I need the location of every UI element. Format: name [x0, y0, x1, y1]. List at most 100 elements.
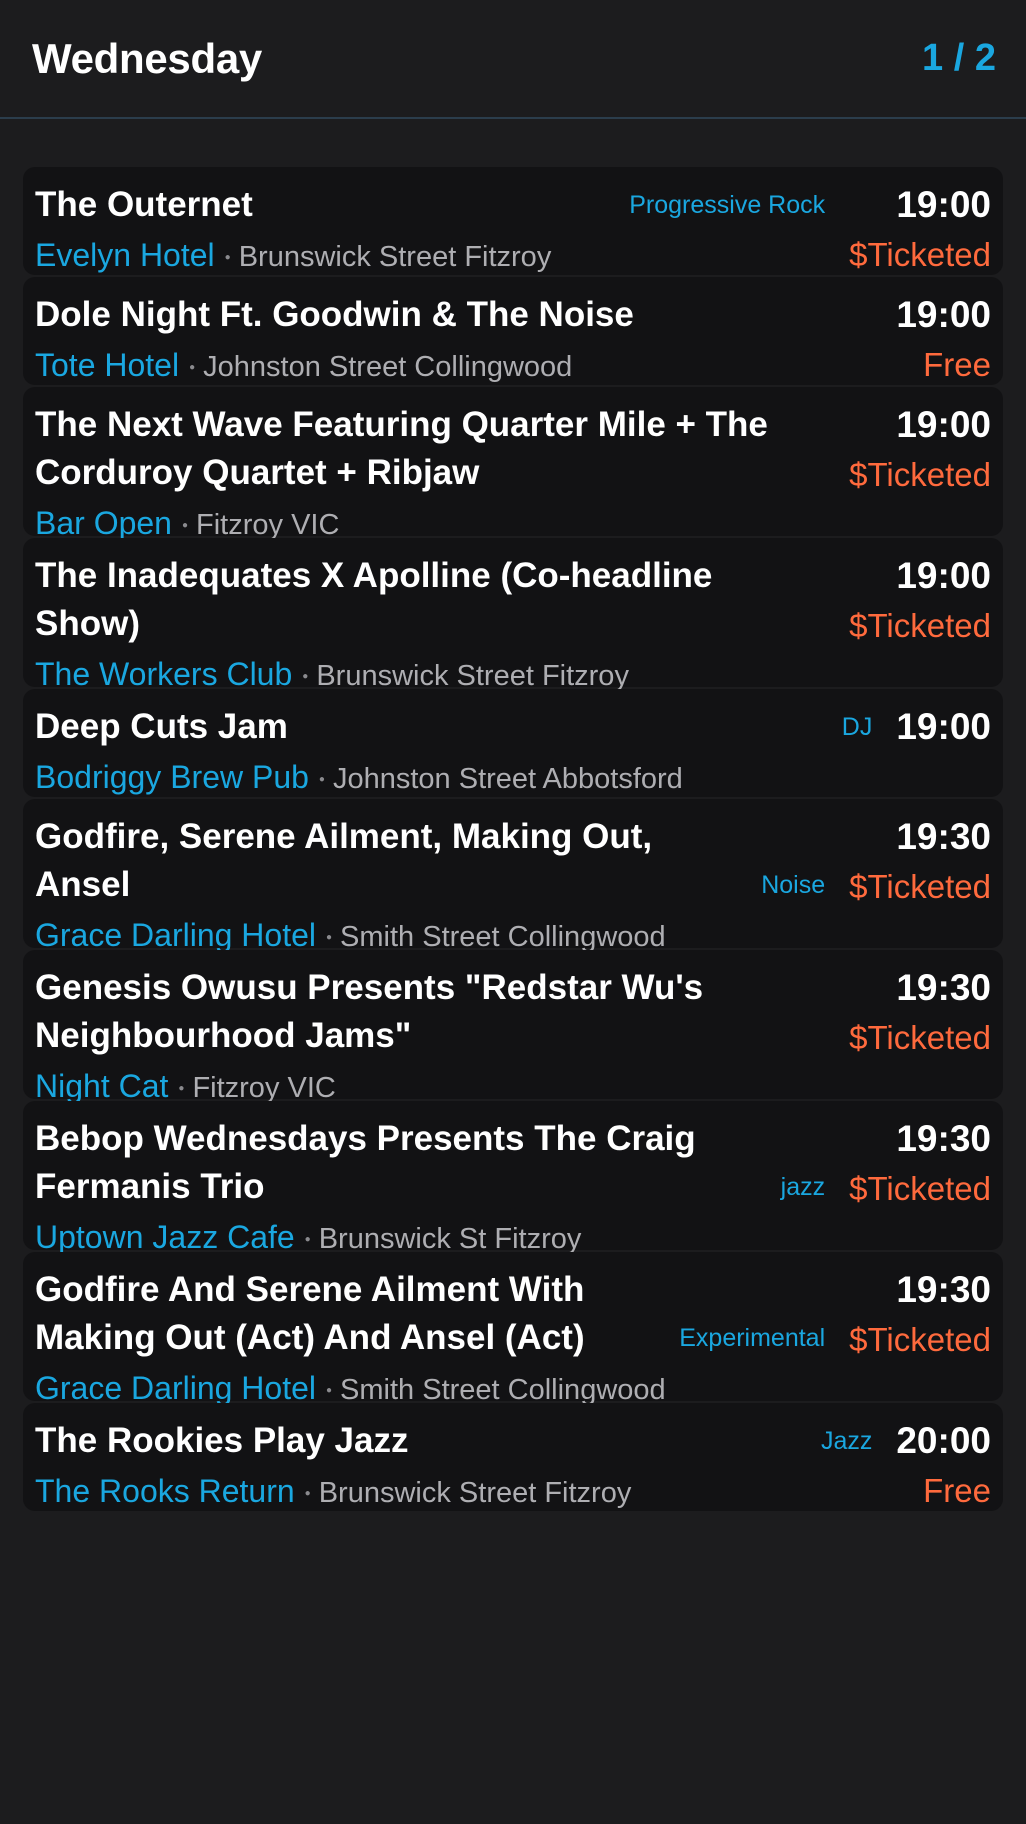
- event-info: Bebop Wednesdays Presents The Craig Ferm…: [35, 1115, 849, 1255]
- price-label: $Ticketed: [849, 1170, 991, 1207]
- price-label: $Ticketed: [849, 456, 991, 493]
- event-title[interactable]: Dole Night Ft. Goodwin & The Noise: [35, 291, 634, 339]
- page-title: Wednesday: [32, 34, 262, 82]
- price-label: $Ticketed: [849, 607, 991, 644]
- venue-location: Smith Street Collingwood: [340, 921, 666, 953]
- venue-link[interactable]: The Workers Club: [35, 656, 292, 692]
- header-bar: Wednesday 1 / 2: [0, 0, 1026, 119]
- event-time: 19:00: [896, 404, 991, 445]
- event-card[interactable]: The Next Wave Featuring Quarter Mile + T…: [23, 387, 1003, 541]
- genre-tag: Jazz: [820, 1427, 873, 1455]
- event-meta: 19:00 $Ticketed: [849, 181, 991, 275]
- event-info: Genesis Owusu Presents "Redstar Wu's Nei…: [35, 964, 849, 1104]
- venue-location: Johnston Street Collingwood: [203, 351, 573, 383]
- event-card[interactable]: The Outernet Progressive Rock Evelyn Hotel…: [23, 167, 1003, 275]
- venue-location: Smith Street Collingwood: [340, 1374, 666, 1406]
- separator-dot-icon: ●: [178, 1083, 185, 1094]
- price-label: Free: [923, 346, 991, 383]
- venue-location: Brunswick Street Fitzroy: [238, 241, 552, 273]
- event-title[interactable]: Genesis Owusu Presents "Redstar Wu's Nei…: [35, 964, 805, 1060]
- event-list: The Outernet Progressive Rock Evelyn Hotel…: [23, 167, 1003, 1511]
- price-label: $Ticketed: [849, 1019, 991, 1056]
- event-info: The Outernet Progressive Rock Evelyn Hotel…: [35, 181, 849, 275]
- venue-location: Brunswick Street Fitzroy: [316, 660, 629, 692]
- venue-line: The Rooks Return ● Brunswick Street Fitzro…: [35, 1469, 896, 1516]
- price-label: Free: [923, 1472, 991, 1509]
- event-meta: 20:00 Free: [896, 1417, 991, 1511]
- event-card[interactable]: Godfire And Serene Ailment With Making O…: [23, 1252, 1003, 1406]
- event-info: Dole Night Ft. Goodwin & The Noise Tote H…: [35, 291, 896, 385]
- event-time: 19:30: [896, 1269, 991, 1310]
- venue-link[interactable]: Grace Darling Hotel: [35, 1370, 316, 1406]
- separator-dot-icon: ●: [326, 932, 333, 943]
- event-time: 19:00: [896, 294, 991, 335]
- event-title[interactable]: Godfire, Serene Ailment, Making Out, Ans…: [35, 813, 735, 909]
- event-title[interactable]: The Rookies Play Jazz: [35, 1417, 408, 1465]
- separator-dot-icon: ●: [304, 1488, 311, 1499]
- event-time: 19:30: [896, 816, 991, 857]
- venue-link[interactable]: The Rooks Return: [35, 1473, 295, 1509]
- event-info: The Inadequates X Apolline (Co-headline …: [35, 552, 849, 692]
- event-card[interactable]: Bebop Wednesdays Presents The Craig Ferm…: [23, 1101, 1003, 1255]
- genre-tag: jazz: [780, 1173, 826, 1201]
- event-info: The Rookies Play Jazz Jazz The Rooks Retur…: [35, 1417, 896, 1511]
- separator-dot-icon: ●: [302, 671, 309, 682]
- venue-location: Johnston Street Abbotsford: [332, 763, 683, 795]
- venue-link[interactable]: Bar Open: [35, 505, 172, 541]
- venue-location: Brunswick St Fitzroy: [318, 1223, 582, 1255]
- event-meta: 19:00 $Ticketed: [849, 401, 991, 536]
- event-meta: 19:30 $Ticketed: [849, 964, 991, 1099]
- event-title[interactable]: The Outernet: [35, 181, 253, 229]
- venue-location: Fitzroy VIC: [196, 509, 340, 541]
- venue-link[interactable]: Evelyn Hotel: [35, 237, 215, 273]
- event-time: 19:30: [896, 967, 991, 1008]
- event-card[interactable]: Genesis Owusu Presents "Redstar Wu's Nei…: [23, 950, 1003, 1104]
- separator-dot-icon: ●: [326, 1385, 333, 1396]
- genre-tag: DJ: [841, 713, 873, 741]
- event-title[interactable]: Bebop Wednesdays Presents The Craig Ferm…: [35, 1115, 735, 1211]
- separator-dot-icon: ●: [224, 252, 231, 263]
- event-info: Godfire, Serene Ailment, Making Out, Ans…: [35, 813, 849, 953]
- price-label: $Ticketed: [849, 236, 991, 273]
- venue-line: Bodriggy Brew Pub ● Johnston Street Abbots…: [35, 755, 896, 802]
- event-time: 19:00: [896, 706, 991, 747]
- event-time: 19:30: [896, 1118, 991, 1159]
- event-time: 20:00: [896, 1420, 991, 1461]
- event-title[interactable]: The Inadequates X Apolline (Co-headline …: [35, 552, 805, 648]
- page-indicator[interactable]: 1 / 2: [922, 37, 996, 80]
- genre-tag: Noise: [761, 871, 826, 899]
- event-info: Godfire And Serene Ailment With Making O…: [35, 1266, 849, 1406]
- event-time: 19:00: [896, 184, 991, 225]
- venue-link[interactable]: Night Cat: [35, 1068, 168, 1104]
- separator-dot-icon: ●: [318, 774, 325, 785]
- venue-link[interactable]: Uptown Jazz Cafe: [35, 1219, 295, 1255]
- separator-dot-icon: ●: [189, 362, 196, 373]
- venue-link[interactable]: Tote Hotel: [35, 347, 179, 383]
- event-card[interactable]: The Inadequates X Apolline (Co-headline …: [23, 538, 1003, 692]
- venue-location: Fitzroy VIC: [192, 1072, 336, 1104]
- event-meta: 19:00 Free: [896, 291, 991, 385]
- event-title[interactable]: Deep Cuts Jam: [35, 703, 288, 751]
- event-meta: 19:00: [896, 703, 991, 797]
- separator-dot-icon: ●: [181, 520, 189, 531]
- event-info: Deep Cuts Jam DJ Bodriggy Brew Pub ● Johnsto…: [35, 703, 896, 797]
- event-card[interactable]: Godfire, Serene Ailment, Making Out, Ans…: [23, 799, 1003, 953]
- event-card[interactable]: Dole Night Ft. Goodwin & The Noise Tote H…: [23, 277, 1003, 385]
- venue-location: Brunswick Street Fitzroy: [318, 1477, 632, 1509]
- event-meta: 19:30 $Ticketed: [849, 1115, 991, 1250]
- event-card[interactable]: Deep Cuts Jam DJ Bodriggy Brew Pub ● Johnsto…: [23, 689, 1003, 797]
- venue-line: Evelyn Hotel ● Brunswick Street Fitzroy: [35, 233, 849, 280]
- venue-link[interactable]: Bodriggy Brew Pub: [35, 759, 309, 795]
- event-card[interactable]: The Rookies Play Jazz Jazz The Rooks Retur…: [23, 1403, 1003, 1511]
- event-title[interactable]: The Next Wave Featuring Quarter Mile + T…: [35, 401, 805, 497]
- event-meta: 19:30 $Ticketed: [849, 1266, 991, 1401]
- separator-dot-icon: ●: [304, 1234, 311, 1245]
- event-time: 19:00: [896, 555, 991, 596]
- genre-tag: Progressive Rock: [629, 191, 826, 219]
- price-label: $Ticketed: [849, 868, 991, 905]
- event-title[interactable]: Godfire And Serene Ailment With Making O…: [35, 1266, 655, 1362]
- event-info: The Next Wave Featuring Quarter Mile + T…: [35, 401, 849, 541]
- event-meta: 19:30 $Ticketed: [849, 813, 991, 948]
- venue-link[interactable]: Grace Darling Hotel: [35, 917, 316, 953]
- genre-tag: Experimental: [679, 1324, 826, 1352]
